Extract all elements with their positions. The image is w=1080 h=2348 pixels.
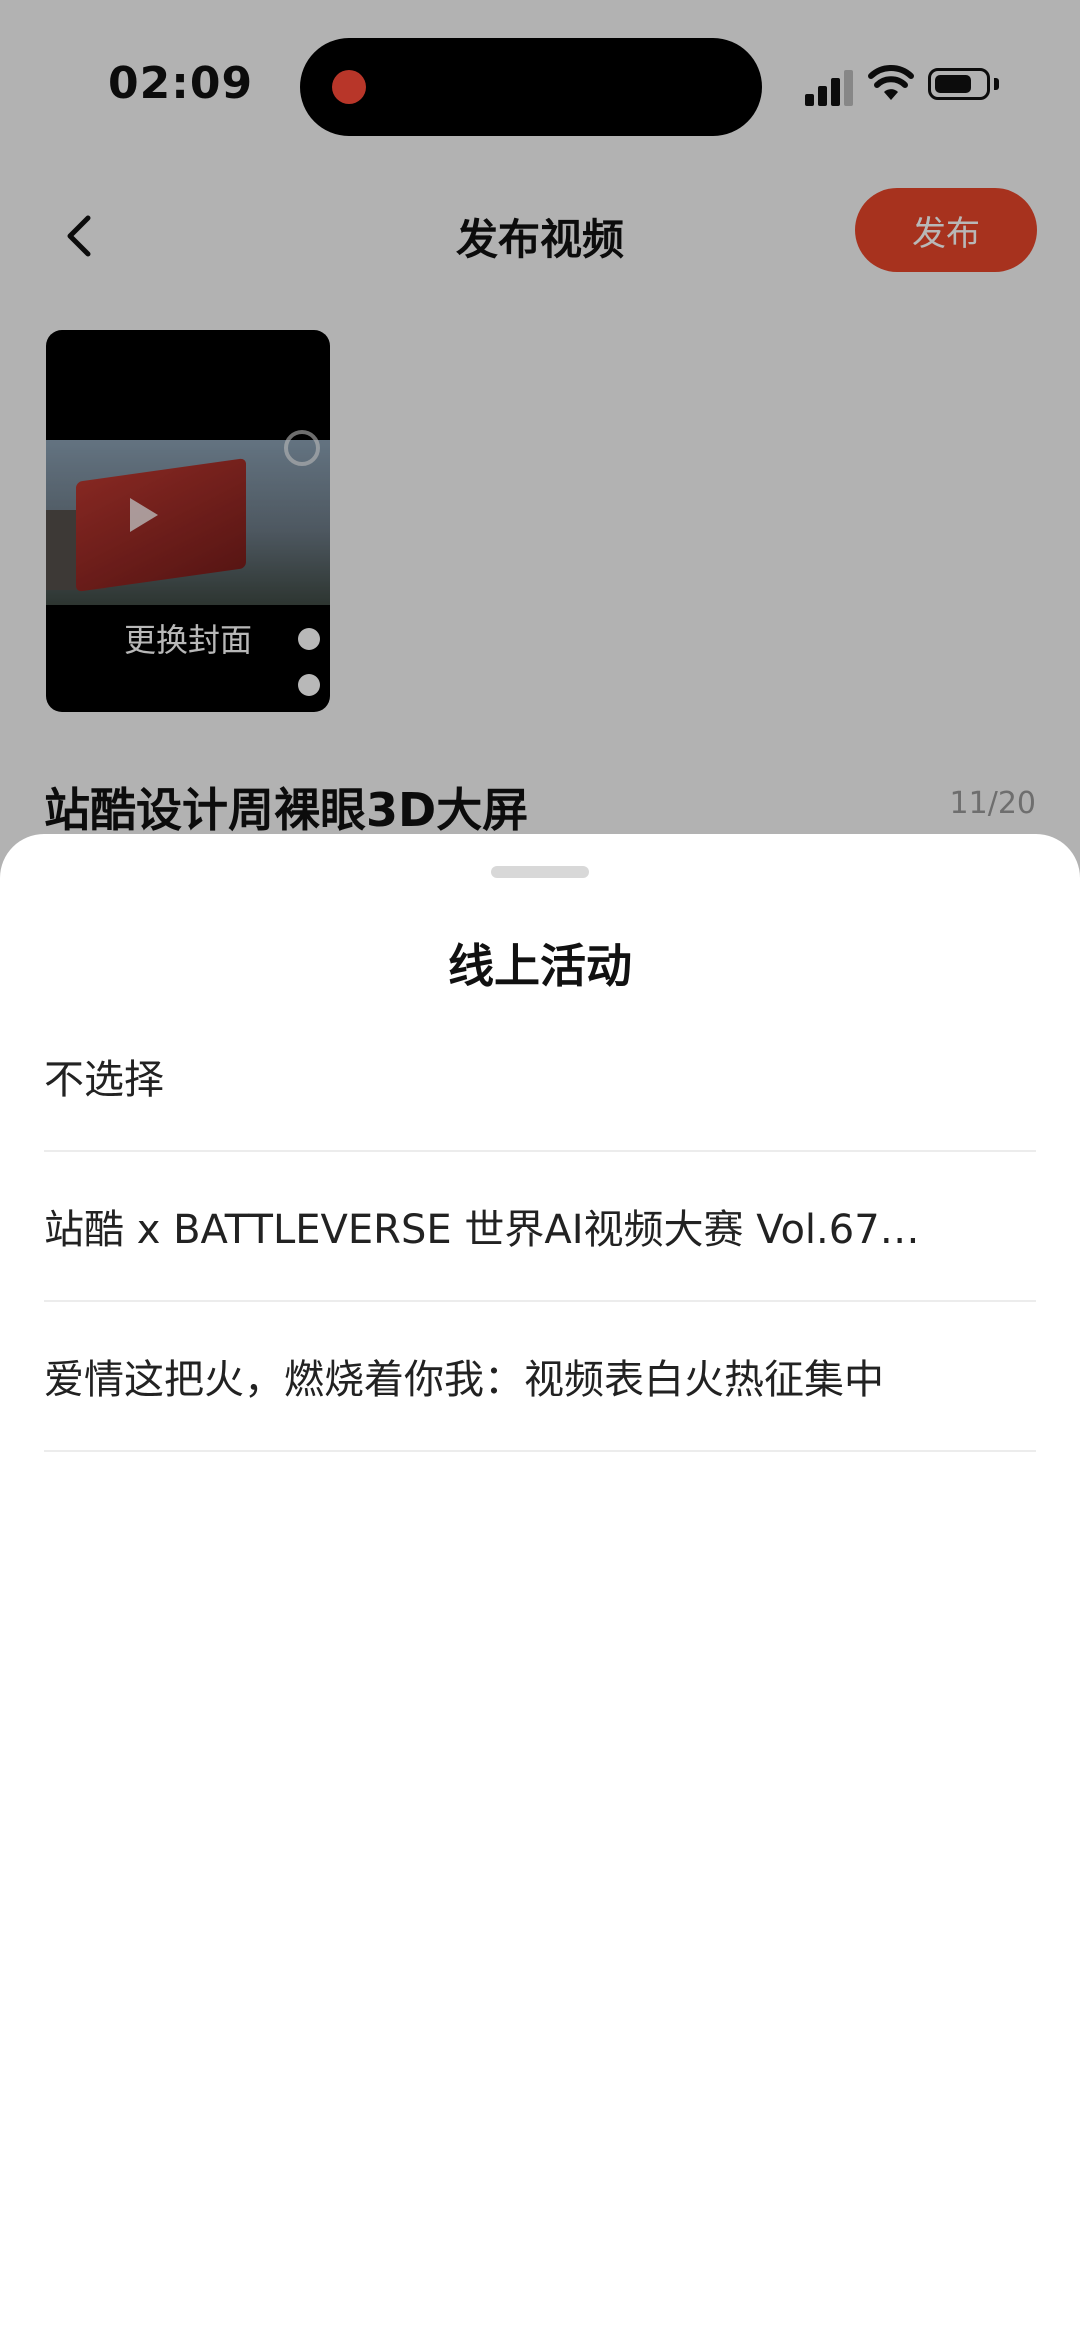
option-battleverse-contest[interactable]: 站酷 x BATTLEVERSE 世界AI视频大赛 Vol.67… <box>44 1152 1036 1302</box>
option-none[interactable]: 不选择 <box>44 1002 1036 1152</box>
activity-bottom-sheet: 线上活动 不选择 站酷 x BATTLEVERSE 世界AI视频大赛 Vol.6… <box>0 834 1080 2348</box>
sheet-title: 线上活动 <box>448 939 632 993</box>
sheet-drag-handle[interactable] <box>491 866 589 878</box>
option-love-confession-contest[interactable]: 爱情这把火，燃烧着你我：视频表白火热征集中 <box>44 1302 1036 1452</box>
